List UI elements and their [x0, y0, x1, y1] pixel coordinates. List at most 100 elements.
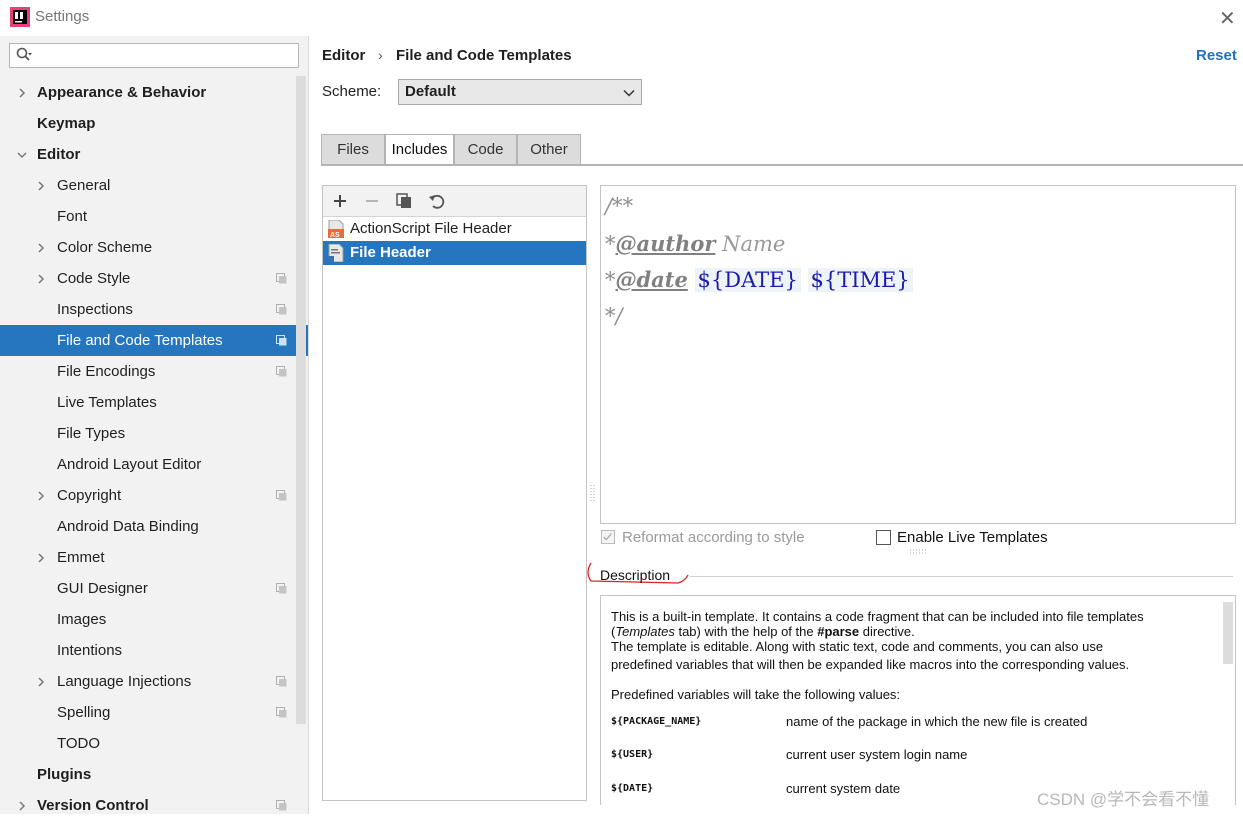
splitter-handle-vertical[interactable]	[590, 483, 596, 503]
sidebar-item-file-types[interactable]: File Types	[0, 418, 308, 449]
variable-description: name of the package in which the new fil…	[786, 714, 1088, 729]
chevron-right-icon[interactable]	[36, 677, 46, 687]
variable-name: ${USER}	[611, 749, 654, 760]
actionscript-file-icon: AS	[328, 220, 344, 238]
close-icon[interactable]: ✕	[1219, 6, 1236, 31]
sidebar-item-label: Font	[57, 208, 88, 225]
sidebar-item-todo[interactable]: TODO	[0, 728, 308, 759]
chevron-right-icon[interactable]	[36, 553, 46, 563]
sidebar-item-copyright[interactable]: Copyright	[0, 480, 308, 511]
sidebar-item-gui-designer[interactable]: GUI Designer	[0, 573, 308, 604]
sidebar-scrollbar[interactable]	[296, 76, 306, 724]
search-icon	[16, 47, 32, 61]
template-item-file-header[interactable]: File Header	[323, 241, 586, 265]
sidebar-item-intentions[interactable]: Intentions	[0, 635, 308, 666]
sidebar-item-general[interactable]: General	[0, 170, 308, 201]
sidebar-item-appearance-behavior[interactable]: Appearance & Behavior	[0, 77, 308, 108]
reformat-checkbox[interactable]	[601, 530, 615, 544]
tab-other[interactable]: Other	[517, 134, 581, 164]
copy-icon[interactable]	[394, 191, 414, 211]
check-icon	[603, 533, 612, 541]
tab-includes[interactable]: Includes	[385, 134, 454, 164]
add-icon[interactable]	[330, 191, 350, 211]
sidebar-item-font[interactable]: Font	[0, 201, 308, 232]
settings-sidebar: Appearance & Behavior Keymap Editor General…	[0, 36, 309, 814]
svg-text:AS: AS	[330, 232, 340, 238]
splitter-handle-horizontal[interactable]	[908, 549, 928, 555]
variable-name: ${DATE}	[611, 783, 654, 794]
sidebar-item-label: Inspections	[57, 301, 133, 318]
sidebar-item-label: Keymap	[37, 115, 96, 132]
text-fragment: directive.	[859, 624, 915, 639]
sidebar-item-inspections[interactable]: Inspections	[0, 294, 308, 325]
description-line: The template is editable. Along with sta…	[611, 639, 1104, 654]
sidebar-item-label: Spelling	[57, 704, 111, 721]
sidebar-item-spelling[interactable]: Spelling	[0, 697, 308, 728]
sidebar-item-keymap[interactable]: Keymap	[0, 108, 308, 139]
sidebar-item-label: Android Layout Editor	[57, 456, 202, 473]
project-level-icon	[276, 583, 287, 594]
chevron-down-icon	[623, 89, 635, 97]
sidebar-item-label: File Encodings	[57, 363, 156, 380]
reset-to-default-icon[interactable]	[427, 191, 447, 211]
code-line-1: /**	[605, 194, 633, 218]
sidebar-item-android-layout-editor[interactable]: Android Layout Editor	[0, 449, 308, 480]
chevron-right-icon[interactable]	[36, 243, 46, 253]
sidebar-item-label: Version Control	[37, 797, 149, 814]
templates-list-panel: AS ActionScript File Header File Header	[322, 185, 587, 801]
sidebar-item-label: General	[57, 177, 111, 194]
sidebar-item-file-encodings[interactable]: File Encodings	[0, 356, 308, 387]
templates-toolbar	[323, 186, 586, 217]
title-bar: Settings ✕	[0, 0, 1243, 36]
project-level-icon	[276, 366, 287, 377]
description-line: Predefined variables will take the follo…	[611, 687, 901, 702]
sidebar-item-file-and-code-templates[interactable]: File and Code Templates	[0, 325, 308, 356]
breadcrumb-separator: ›	[378, 47, 383, 63]
sidebar-item-label: Code Style	[57, 270, 131, 287]
chevron-down-icon[interactable]	[17, 150, 27, 160]
sidebar-item-plugins[interactable]: Plugins	[0, 759, 308, 790]
author-value: Name	[715, 232, 786, 256]
tab-files[interactable]: Files	[321, 134, 385, 164]
enable-live-templates-checkbox[interactable]	[876, 530, 891, 545]
sidebar-item-emmet[interactable]: Emmet	[0, 542, 308, 573]
enable-live-templates-label: Enable Live Templates	[897, 529, 1048, 546]
tab-code[interactable]: Code	[454, 134, 517, 164]
sidebar-item-editor[interactable]: Editor	[0, 139, 308, 170]
scheme-dropdown[interactable]: Default	[398, 79, 642, 105]
remove-icon[interactable]	[362, 191, 382, 211]
code-line-2: *@author Name	[605, 231, 785, 256]
chevron-right-icon[interactable]	[17, 88, 27, 98]
comment-star: *	[605, 232, 616, 256]
sidebar-item-language-injections[interactable]: Language Injections	[0, 666, 308, 697]
sidebar-item-code-style[interactable]: Code Style	[0, 263, 308, 294]
chevron-right-icon[interactable]	[17, 801, 27, 811]
description-heading: Description	[600, 567, 671, 583]
sidebar-item-version-control[interactable]: Version Control	[0, 790, 308, 821]
description-line: (Templates tab) with the help of the #pa…	[611, 624, 915, 639]
description-scrollbar[interactable]	[1223, 602, 1233, 664]
sidebar-item-live-templates[interactable]: Live Templates	[0, 387, 308, 418]
chevron-right-icon[interactable]	[36, 181, 46, 191]
settings-search-input[interactable]	[9, 43, 299, 68]
reset-link[interactable]: Reset	[1196, 47, 1237, 64]
date-tag: @date	[615, 267, 688, 292]
sidebar-item-images[interactable]: Images	[0, 604, 308, 635]
watermark: CSDN @学不会看不懂	[1037, 790, 1210, 809]
date-variable: ${DATE}	[694, 268, 801, 292]
sidebar-item-android-data-binding[interactable]: Android Data Binding	[0, 511, 308, 542]
tab-divider	[321, 164, 1243, 166]
breadcrumb-parent: Editor	[322, 47, 366, 64]
template-item-actionscript[interactable]: AS ActionScript File Header	[323, 217, 586, 241]
file-header-icon	[328, 244, 344, 262]
chevron-right-icon[interactable]	[36, 491, 46, 501]
sidebar-item-label: GUI Designer	[57, 580, 148, 597]
author-tag: @author	[615, 231, 716, 256]
chevron-right-icon[interactable]	[36, 274, 46, 284]
template-editor[interactable]: /** *@author Name *@date ${DATE} ${TIME}…	[600, 185, 1236, 524]
parse-directive: #parse	[817, 624, 860, 639]
project-level-icon	[276, 335, 287, 346]
sidebar-item-label: Plugins	[37, 766, 92, 783]
sidebar-item-color-scheme[interactable]: Color Scheme	[0, 232, 308, 263]
sidebar-item-label: Images	[57, 611, 107, 628]
